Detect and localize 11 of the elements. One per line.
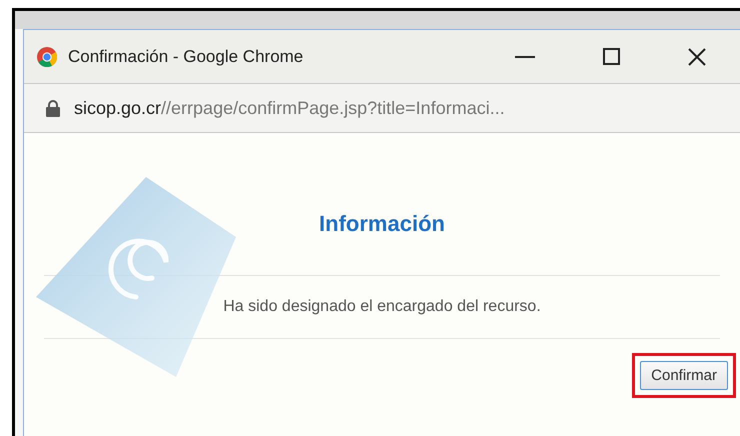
window-title: Confirmación - Google Chrome: [68, 46, 304, 66]
close-icon: [688, 48, 706, 66]
browser-logo-icon: [36, 46, 58, 68]
dialog-message: Ha sido designado el encargado del recurso.: [223, 298, 541, 316]
minimize-icon: [515, 56, 535, 58]
url-text: sicop.go.cr//errpage/confirmPage.jsp?title=Informaci...: [74, 98, 505, 118]
dialog-heading: Información: [319, 211, 445, 237]
confirm-button[interactable]: Confirmar: [640, 361, 728, 390]
address-bar[interactable]: sicop.go.cr//errpage/confirmPage.jsp?title=Informaci...: [24, 84, 740, 133]
maximize-icon: [602, 48, 620, 65]
lock-icon: [46, 100, 60, 116]
